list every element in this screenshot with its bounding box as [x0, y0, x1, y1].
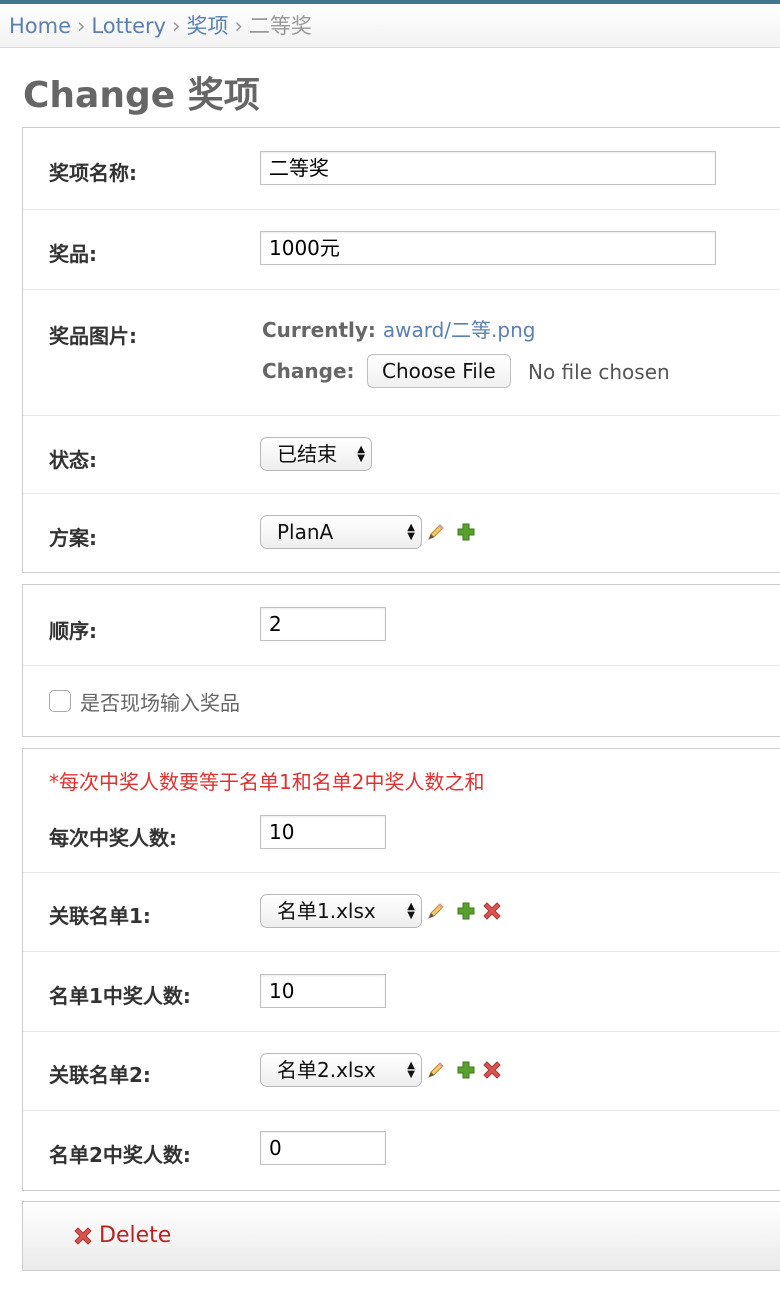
list1-count-input[interactable]: 10: [260, 974, 386, 1008]
list2-count-label: 名单2中奖人数:: [49, 1143, 191, 1167]
currently-text: Currently:: [262, 318, 376, 342]
per-draw-label: 每次中奖人数:: [49, 826, 177, 850]
rule-note: *每次中奖人数要等于名单1和名单2中奖人数之和: [49, 770, 485, 794]
breadcrumb-home[interactable]: Home: [9, 14, 71, 38]
breadcrumb-separator: ›: [172, 14, 181, 38]
breadcrumb-current: 二等奖: [248, 14, 312, 38]
fieldset-lists: *每次中奖人数要等于名单1和名单2中奖人数之和 每次中奖人数: 10 关联名单1…: [22, 748, 780, 1191]
current-file-link[interactable]: award/二等.png: [383, 318, 536, 342]
select-arrows-icon: ▲ ▼: [357, 444, 365, 464]
per-draw-input[interactable]: 10: [260, 815, 386, 849]
row-list1: 关联名单1: 名单1.xlsx ▲ ▼: [23, 873, 780, 952]
currently-label: Currently: award/二等.png: [262, 314, 535, 343]
delete-x-icon: [74, 1226, 92, 1245]
delete-link[interactable]: Delete: [73, 1223, 171, 1248]
breadcrumb-app[interactable]: Lottery: [91, 14, 166, 38]
list2-count-input[interactable]: 0: [260, 1131, 386, 1165]
list1-select[interactable]: 名单1.xlsx ▲ ▼: [260, 894, 422, 928]
onsite-checkbox-label[interactable]: 是否现场输入奖品: [80, 687, 240, 716]
fieldset-order: 顺序: 2 是否现场输入奖品: [22, 584, 780, 737]
select-arrows-icon: ▲ ▼: [407, 901, 415, 921]
list1-label: 关联名单1:: [49, 904, 151, 928]
delete-x-icon[interactable]: [482, 901, 502, 921]
prize-image-label: 奖品图片:: [49, 324, 137, 348]
plus-icon[interactable]: [456, 1060, 476, 1080]
list1-select-value: 名单1.xlsx: [277, 899, 376, 923]
row-list2: 关联名单2: 名单2.xlsx ▲ ▼: [23, 1032, 780, 1111]
submit-row: Delete: [22, 1201, 780, 1271]
prize-input[interactable]: 1000元: [260, 231, 716, 265]
breadcrumb-model[interactable]: 奖项: [186, 14, 228, 38]
page-title: Change 奖项: [23, 75, 260, 116]
plus-icon[interactable]: [456, 901, 476, 921]
row-order: 顺序: 2: [23, 585, 780, 666]
list1-count-label: 名单1中奖人数:: [49, 984, 191, 1008]
pencil-icon[interactable]: [426, 522, 446, 542]
row-per-draw: 每次中奖人数: 10: [23, 797, 780, 873]
breadcrumb-separator: ›: [234, 14, 243, 38]
status-select[interactable]: 已结束 ▲ ▼: [260, 437, 372, 471]
row-award-name: 奖项名称: 二等奖: [23, 128, 780, 210]
choose-file-button[interactable]: Choose File: [367, 354, 511, 388]
status-label: 状态:: [49, 448, 97, 472]
plan-select-value: PlanA: [277, 520, 334, 544]
no-file-text: No file chosen: [528, 360, 670, 384]
row-prize: 奖品: 1000元: [23, 210, 780, 290]
breadcrumb: Home › Lottery › 奖项 › 二等奖: [0, 4, 780, 48]
list2-label: 关联名单2:: [49, 1063, 151, 1087]
pencil-icon[interactable]: [426, 901, 446, 921]
onsite-checkbox[interactable]: [49, 690, 71, 712]
plan-select[interactable]: PlanA ▲ ▼: [260, 515, 422, 549]
list2-select-value: 名单2.xlsx: [277, 1058, 376, 1082]
change-label: Change:: [262, 359, 355, 383]
status-select-value: 已结束: [277, 442, 337, 466]
order-label: 顺序:: [49, 619, 97, 643]
plus-icon[interactable]: [456, 522, 476, 542]
row-prize-image: 奖品图片: Currently: award/二等.png Change: Ch…: [23, 290, 780, 416]
award-name-label: 奖项名称:: [49, 161, 137, 185]
delete-label: Delete: [99, 1223, 172, 1248]
select-arrows-icon: ▲ ▼: [407, 1060, 415, 1080]
row-status: 状态: 已结束 ▲ ▼: [23, 416, 780, 494]
award-name-input[interactable]: 二等奖: [260, 151, 716, 185]
row-list1-count: 名单1中奖人数: 10: [23, 952, 780, 1032]
row-plan: 方案: PlanA ▲ ▼: [23, 494, 780, 574]
pencil-icon[interactable]: [426, 1060, 446, 1080]
breadcrumb-separator: ›: [77, 14, 86, 38]
order-input[interactable]: 2: [260, 607, 386, 641]
fieldset-main: 奖项名称: 二等奖 奖品: 1000元 奖品图片: Currently: awa…: [22, 127, 780, 573]
prize-label: 奖品:: [49, 242, 97, 266]
select-arrows-icon: ▲ ▼: [407, 522, 415, 542]
row-list2-count: 名单2中奖人数: 0: [23, 1111, 780, 1192]
list2-select[interactable]: 名单2.xlsx ▲ ▼: [260, 1053, 422, 1087]
plan-label: 方案:: [49, 526, 97, 550]
row-onsite-checkbox: 是否现场输入奖品: [23, 666, 780, 738]
delete-x-icon[interactable]: [482, 1060, 502, 1080]
